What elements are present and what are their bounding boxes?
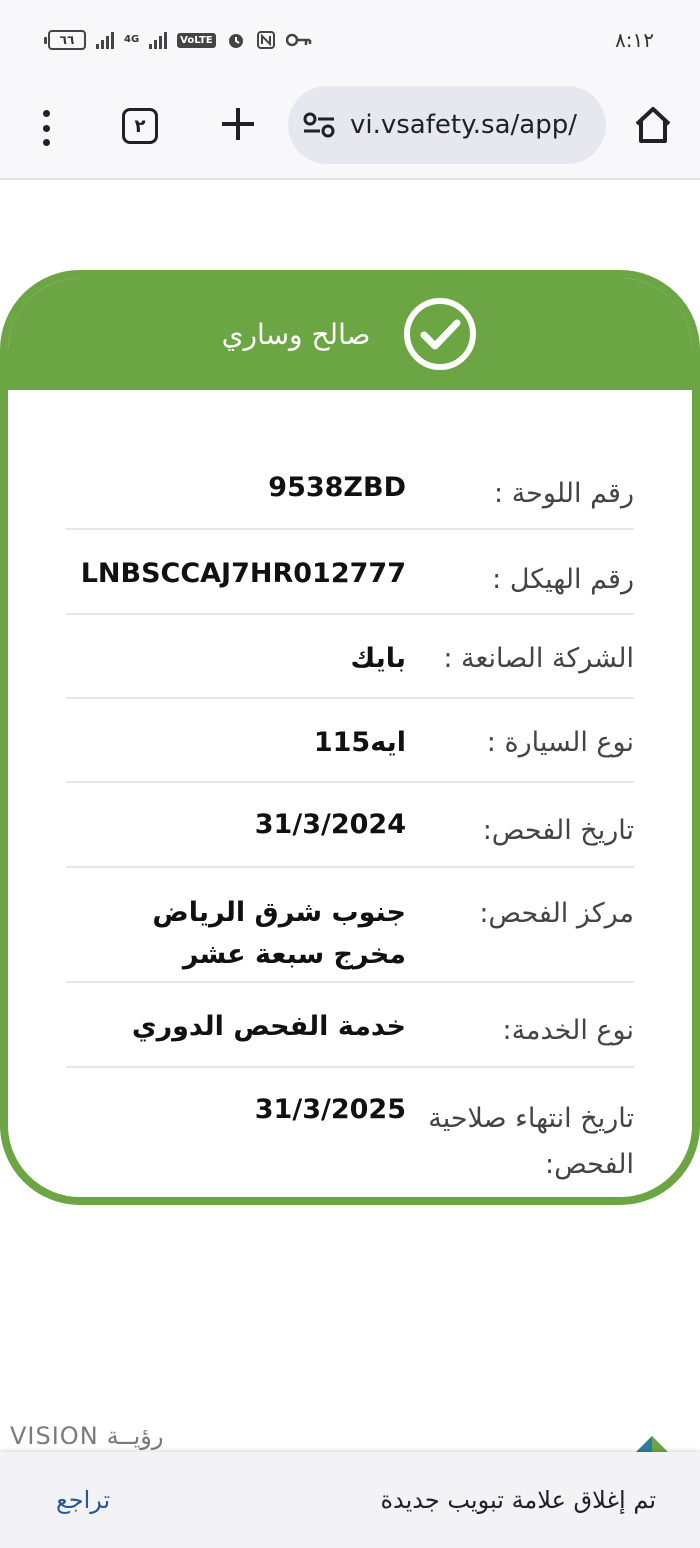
vision-logo-en: VISION <box>10 1422 99 1450</box>
detail-row: رقم الهيكل : LNBSCCAJ7HR012777 <box>66 530 634 615</box>
plate-number-value: 9538ZBD <box>268 472 406 503</box>
detail-row: تاريخ الفحص: 31/3/2024 <box>66 783 634 868</box>
battery-icon: ٦٦ <box>44 30 86 50</box>
plate-number-label: رقم اللوحة : <box>494 478 634 509</box>
address-bar[interactable]: vi.vsafety.sa/app/ <box>288 86 606 164</box>
service-type-label: نوع الخدمة: <box>502 1015 634 1046</box>
more-options-button[interactable] <box>28 104 64 152</box>
status-icons: ٦٦ 4G VoLTE <box>44 30 312 50</box>
clock: ٨:١٢ <box>615 28 654 52</box>
expiry-date-label: تاريخ انتهاء صلاحية الفحص: <box>428 1103 634 1180</box>
tab-count: ٢ <box>134 115 146 137</box>
inspection-center-value: جنوب شرق الرياض مخرج سبعة عشر <box>152 897 406 970</box>
detail-row: تاريخ انتهاء صلاحية الفحص: 31/3/2025 <box>66 1068 634 1197</box>
detail-row: الشركة الصانعة : بايك <box>66 615 634 699</box>
nfc-icon <box>256 31 275 49</box>
tab-switcher-button[interactable]: ٢ <box>122 108 158 144</box>
undo-button[interactable]: تراجع <box>56 1486 110 1514</box>
inspection-center-label: مركز الفحص: <box>479 898 634 929</box>
detail-row: نوع الخدمة: خدمة الفحص الدوري <box>66 983 634 1068</box>
chassis-number-value: LNBSCCAJ7HR012777 <box>80 558 406 589</box>
home-icon[interactable] <box>632 104 674 146</box>
vehicle-type-value: ايه115 <box>313 727 406 758</box>
browser-toolbar: ٢ vi.vsafety.sa/app/ <box>0 80 700 178</box>
detail-row: رقم اللوحة : 9538ZBD <box>66 446 634 530</box>
signal-icon <box>96 31 114 49</box>
inspection-details: رقم اللوحة : 9538ZBD رقم الهيكل : LNBSCC… <box>66 446 634 1197</box>
vehicle-type-label: نوع السيارة : <box>486 727 634 758</box>
site-settings-icon[interactable] <box>302 111 336 139</box>
dot-icon <box>42 139 50 146</box>
status-bar: ٦٦ 4G VoLTE ٨:١٢ <box>0 0 700 80</box>
volte-badge: VoLTE <box>177 32 216 48</box>
dot-icon <box>42 110 50 117</box>
dot-icon <box>42 124 50 132</box>
vision-logo: VISION رؤيــة <box>10 1422 163 1450</box>
snackbar: تراجع تم إغلاق علامة تبويب جديدة <box>0 1452 700 1548</box>
new-tab-button[interactable] <box>216 102 260 146</box>
network-type: 4G <box>124 34 140 45</box>
inspection-card: صالح وساري رقم اللوحة : 9538ZBD رقم الهي… <box>0 270 700 1205</box>
snackbar-message: تم إغلاق علامة تبويب جديدة <box>380 1486 656 1514</box>
service-type-value: خدمة الفحص الدوري <box>131 1011 406 1042</box>
inspection-date-label: تاريخ الفحص: <box>482 815 634 846</box>
key-icon <box>285 33 311 47</box>
check-circle-icon <box>404 298 477 370</box>
battery-level: ٦٦ <box>59 33 75 47</box>
detail-row: مركز الفحص: جنوب شرق الرياض مخرج سبعة عش… <box>66 868 634 983</box>
plus-icon <box>222 108 254 140</box>
card-header: صالح وساري <box>8 278 692 390</box>
signal-2-icon <box>149 31 168 49</box>
vision-logo-ar: رؤيــة <box>106 1422 164 1450</box>
manufacturer-label: الشركة الصانعة : <box>443 643 634 674</box>
toolbar-divider <box>0 178 700 180</box>
chassis-number-label: رقم الهيكل : <box>492 564 634 595</box>
expiry-date-value: 31/3/2025 <box>254 1094 406 1125</box>
manufacturer-value: بايك <box>350 643 406 674</box>
alarm-icon <box>228 34 243 48</box>
detail-row: نوع السيارة : ايه115 <box>66 699 634 783</box>
url-text: vi.vsafety.sa/app/ <box>350 110 577 140</box>
inspection-date-value: 31/3/2024 <box>254 809 406 840</box>
owner-name: صالح وساري <box>221 317 371 351</box>
